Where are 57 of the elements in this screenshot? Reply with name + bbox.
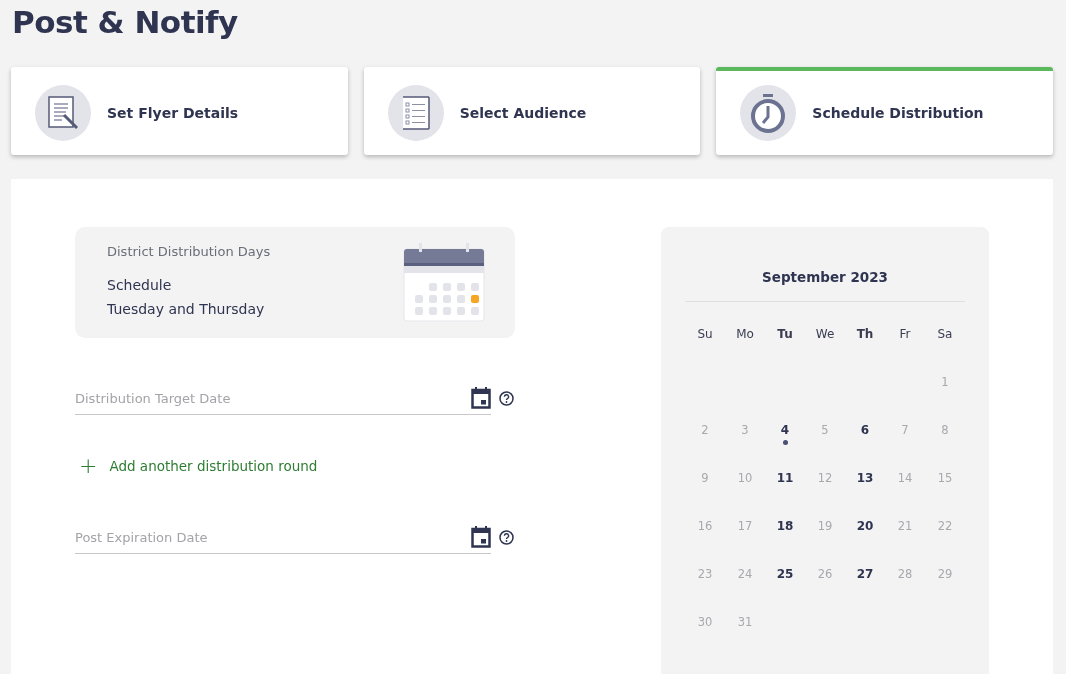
date-field[interactable]: Distribution Target Date [75, 390, 471, 406]
add-round-link[interactable]: + Add another distribution round [75, 455, 318, 477]
calendar-day[interactable]: 31 [737, 615, 753, 629]
calendar-day[interactable]: 23 [697, 567, 713, 581]
calendar-icon[interactable] [471, 526, 491, 548]
weekday-label: Sa [936, 326, 954, 343]
calendar-icon[interactable] [471, 387, 491, 409]
weekday-label: We [814, 326, 836, 343]
step-tab[interactable]: Schedule Distribution [716, 67, 1053, 155]
weekday-label: Tu [776, 326, 794, 343]
weekday-label: Fr [898, 326, 912, 343]
calendar-day[interactable]: 3 [741, 423, 749, 437]
calendar-day[interactable]: 25 [776, 567, 794, 581]
calendar-day[interactable]: 7 [901, 423, 909, 437]
page-title: Post & Notify [11, 3, 238, 42]
calendar-day[interactable]: 28 [897, 567, 913, 581]
calendar-day[interactable]: 13 [856, 471, 874, 485]
calendar-day[interactable]: 10 [737, 471, 753, 485]
step-tab[interactable]: Select Audience [363, 67, 701, 155]
calendar-day[interactable]: 4 [780, 423, 790, 437]
calendar-day[interactable]: 30 [697, 615, 713, 629]
calendar-day[interactable]: 2 [701, 423, 709, 437]
calendar-day[interactable]: 1 [941, 375, 949, 389]
calendar-day[interactable]: 16 [697, 519, 713, 533]
calendar-day[interactable]: 22 [937, 519, 953, 533]
weekday-label: Su [696, 326, 714, 343]
help-icon[interactable] [499, 530, 514, 545]
calendar-day[interactable]: 8 [941, 423, 949, 437]
calendar-day[interactable]: 26 [817, 567, 833, 581]
calendar-day[interactable]: 12 [817, 471, 833, 485]
month-title: September 2023 [685, 227, 965, 302]
calendar-day[interactable]: 19 [817, 519, 833, 533]
calendar-day[interactable]: 5 [821, 423, 829, 437]
document-pen-icon [46, 95, 80, 131]
step-tab[interactable]: Set Flyer Details [11, 67, 348, 155]
stopwatch-icon [750, 93, 787, 133]
checklist-icon [400, 95, 431, 131]
calendar-day[interactable]: 21 [897, 519, 913, 533]
weekday-label: Th [855, 326, 875, 343]
date-field[interactable]: Post Expiration Date [75, 529, 471, 545]
calendar-day[interactable]: 6 [860, 423, 870, 437]
help-icon[interactable] [499, 391, 514, 406]
calendar-day[interactable]: 24 [737, 567, 753, 581]
calendar-day[interactable]: 11 [776, 471, 794, 485]
calendar-day[interactable]: 27 [856, 567, 874, 581]
calendar-day[interactable]: 18 [776, 519, 794, 533]
calendar-day[interactable]: 20 [856, 519, 874, 533]
calendar-day[interactable]: 29 [937, 567, 953, 581]
info-value: Tuesday and Thursday [107, 300, 266, 319]
weekday-label: Mo [735, 326, 755, 343]
calendar-illustration-icon [403, 242, 485, 323]
calendar-day[interactable]: 17 [737, 519, 753, 533]
calendar-day[interactable]: 9 [701, 471, 709, 485]
info-title: District Distribution Days [107, 244, 271, 259]
calendar-day[interactable]: 15 [937, 471, 953, 485]
info-label: Schedule [107, 276, 173, 295]
calendar-day[interactable]: 14 [897, 471, 913, 485]
